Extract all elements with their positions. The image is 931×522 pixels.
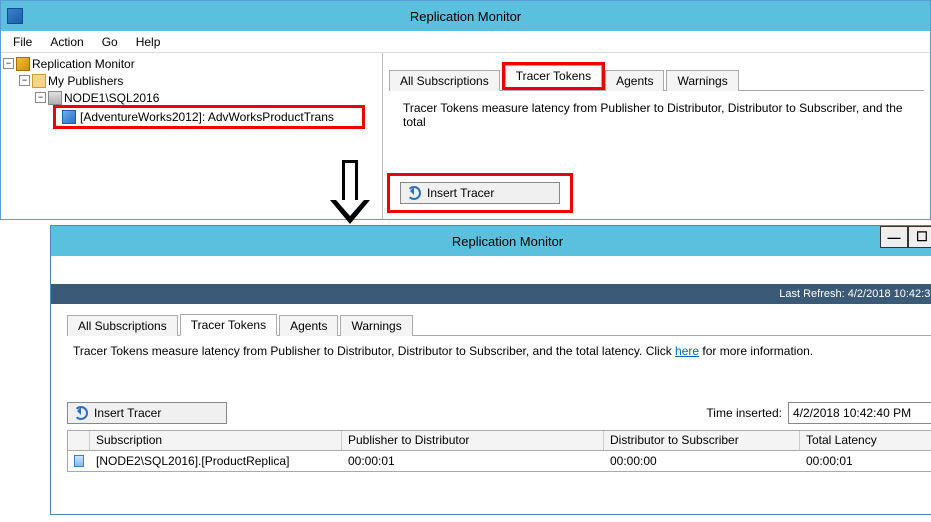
tree-root-label[interactable]: Replication Monitor [32,57,135,71]
tab-tracer-tokens[interactable]: Tracer Tokens [505,65,602,87]
table-row[interactable]: [NODE2\SQL2016].[ProductReplica] 00:00:0… [68,451,931,471]
window-title: Replication Monitor [410,9,521,24]
titlebar[interactable]: Replication Monitor — ☐ ✕ [51,226,931,256]
tree-collapse-icon[interactable]: − [19,75,30,86]
tree-server-label[interactable]: NODE1\SQL2016 [64,91,159,105]
tab-tracer-tokens[interactable]: Tracer Tokens [180,314,277,336]
replication-monitor-window-bottom: Replication Monitor — ☐ ✕ Last Refresh: … [50,225,931,515]
menubar: File Action Go Help [1,31,930,53]
col-subscription[interactable]: Subscription [90,431,342,450]
tree-collapse-icon[interactable]: − [3,58,14,69]
tree-publishers-label[interactable]: My Publishers [48,74,123,88]
cell-dist-to-sub: 00:00:00 [604,452,800,470]
refresh-icon [407,186,421,200]
menu-go[interactable]: Go [94,33,126,51]
server-icon [48,91,62,105]
tabstrip: All Subscriptions Tracer Tokens Agents W… [67,312,931,336]
tree-publication-label[interactable]: [AdventureWorks2012]: AdvWorksProductTra… [80,110,334,124]
time-inserted-value: 4/2/2018 10:42:40 PM [793,406,911,420]
maximize-button[interactable]: ☐ [908,226,931,248]
replication-monitor-icon [16,57,30,71]
more-info-link[interactable]: here [675,344,699,358]
window-title: Replication Monitor [452,234,563,249]
tab-warnings[interactable]: Warnings [666,70,738,91]
time-inserted-combo[interactable]: 4/2/2018 10:42:40 PM ▼ [788,402,931,424]
grid-header: Subscription Publisher to Distributor Di… [68,431,931,451]
time-inserted-label: Time inserted: [706,406,782,420]
insert-tracer-button[interactable]: Insert Tracer [400,182,560,204]
cell-pub-to-dist: 00:00:01 [342,452,604,470]
col-total-latency[interactable]: Total Latency [800,431,931,450]
menu-action[interactable]: Action [42,33,91,51]
detail-panel: All Subscriptions Tracer Tokens Agents W… [383,53,930,219]
tab-all-subscriptions[interactable]: All Subscriptions [67,315,178,336]
refresh-icon [74,406,88,420]
insert-tracer-highlight-box: Insert Tracer [387,173,573,213]
last-refresh-label: Last Refresh: 4/2/2018 10:42:37 PM [779,288,931,300]
insert-tracer-label: Insert Tracer [94,406,161,420]
tree-panel: − Replication Monitor − My Publishers − … [1,53,383,219]
publication-highlight-box: [AdventureWorks2012]: AdvWorksProductTra… [53,105,365,129]
replication-monitor-window-top: Replication Monitor File Action Go Help … [0,0,931,220]
status-bar: Last Refresh: 4/2/2018 10:42:37 PM [51,284,931,304]
tab-agents[interactable]: Agents [279,315,338,336]
tabstrip: All Subscriptions Tracer Tokens Agents W… [389,67,924,91]
insert-tracer-label: Insert Tracer [427,186,494,200]
tab-all-subscriptions[interactable]: All Subscriptions [389,70,500,91]
latency-grid: Subscription Publisher to Distributor Di… [67,430,931,472]
tracer-tokens-description: Tracer Tokens measure latency from Publi… [403,101,924,129]
minimize-button[interactable]: — [880,226,908,248]
tree-collapse-icon[interactable]: − [35,92,46,103]
window-controls: — ☐ ✕ [880,226,931,248]
tab-warnings[interactable]: Warnings [340,315,412,336]
tracer-tokens-highlight-box: Tracer Tokens [502,62,605,90]
menu-file[interactable]: File [5,33,40,51]
titlebar[interactable]: Replication Monitor [1,1,930,31]
cell-total-latency: 00:00:01 [800,452,931,470]
col-dist-to-sub[interactable]: Distributor to Subscriber [604,431,800,450]
tab-agents[interactable]: Agents [605,70,664,91]
app-icon [7,8,23,24]
insert-tracer-button[interactable]: Insert Tracer [67,402,227,424]
subscription-icon [74,455,84,467]
publication-icon [62,110,76,124]
menu-help[interactable]: Help [128,33,169,51]
folder-icon [32,74,46,88]
cell-subscription: [NODE2\SQL2016].[ProductReplica] [90,452,342,470]
col-icon[interactable] [68,431,90,450]
col-pub-to-dist[interactable]: Publisher to Distributor [342,431,604,450]
tracer-tokens-description: Tracer Tokens measure latency from Publi… [73,344,931,358]
annotation-arrow [330,160,370,224]
